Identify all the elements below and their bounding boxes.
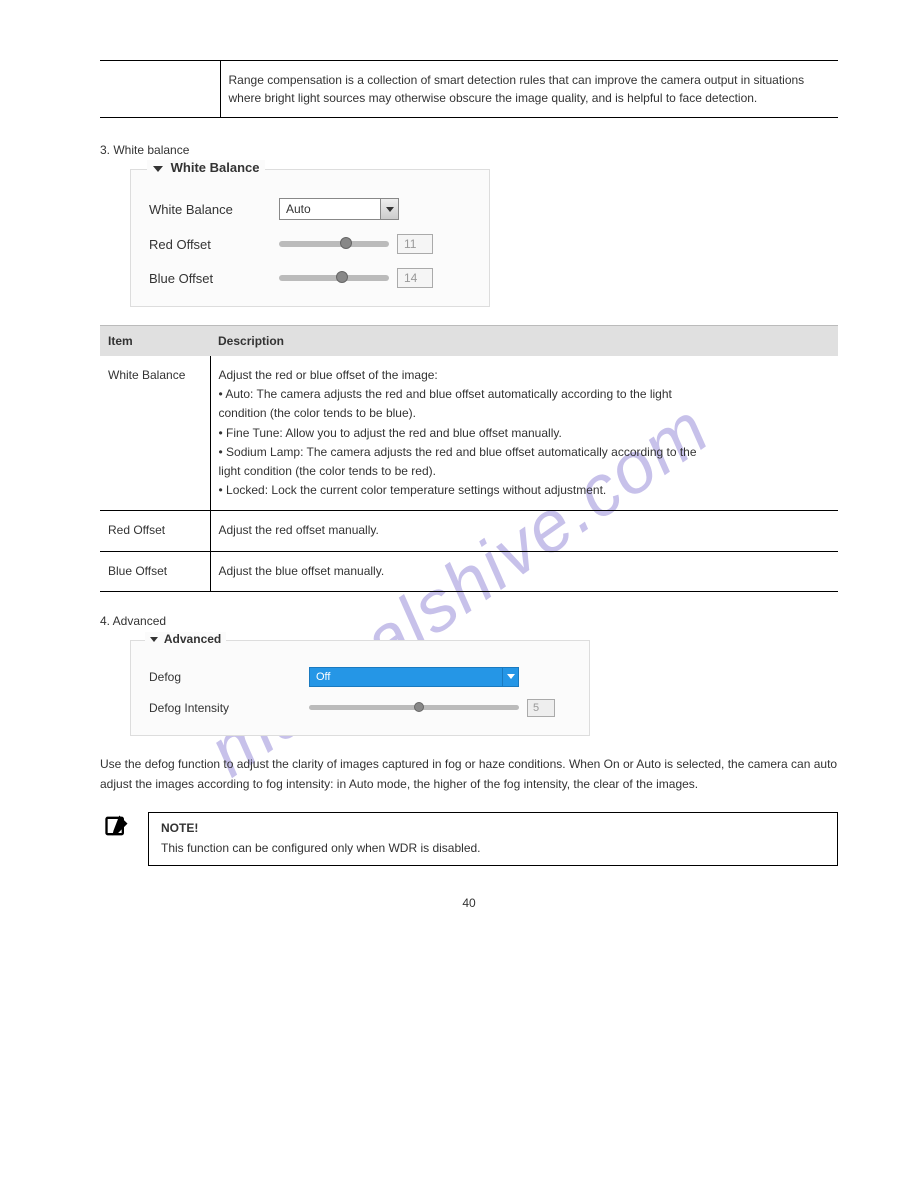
top-table-cell-left: [100, 61, 220, 118]
defog-row: Defog Off: [149, 667, 571, 687]
table-row: Blue OffsetAdjust the blue offset manual…: [100, 551, 838, 591]
wb-description-table: Item Description White BalanceAdjust the…: [100, 325, 838, 592]
top-table: Range compensation is a collection of sm…: [100, 60, 838, 118]
table-cell-desc: Adjust the blue offset manually.: [210, 551, 838, 591]
table-body: White BalanceAdjust the red or blue offs…: [100, 356, 838, 591]
section-heading-white-balance: 3. White balance: [100, 143, 838, 157]
blue-offset-thumb[interactable]: [336, 271, 348, 283]
table-row: White BalanceAdjust the red or blue offs…: [100, 356, 838, 511]
table-header-desc: Description: [210, 326, 838, 357]
blue-offset-row: Blue Offset 14: [149, 268, 471, 288]
top-text-line3: face detection.: [679, 91, 757, 105]
table-cell-desc: Adjust the red or blue offset of the ima…: [210, 356, 838, 511]
wb-legend: White Balance: [147, 160, 265, 175]
blue-offset-label: Blue Offset: [149, 271, 279, 286]
note-frame: NOTE! This function can be configured on…: [148, 812, 838, 866]
red-offset-thumb[interactable]: [340, 237, 352, 249]
note-label: NOTE!: [161, 821, 825, 835]
section-heading-advanced: 4. Advanced: [100, 614, 838, 628]
wb-legend-text: White Balance: [171, 160, 260, 175]
defog-value: Off: [310, 671, 502, 683]
defog-intensity-row: Defog Intensity 5: [149, 699, 571, 717]
note-edit-icon: [100, 812, 134, 840]
table-cell-item: Blue Offset: [100, 551, 210, 591]
top-table-cell-right: Range compensation is a collection of sm…: [220, 61, 838, 118]
red-offset-label: Red Offset: [149, 237, 279, 252]
note-text: This function can be configured only whe…: [161, 839, 825, 857]
page-content: Range compensation is a collection of sm…: [0, 0, 918, 950]
defog-select[interactable]: Off: [309, 667, 519, 687]
chevron-down-icon: [150, 637, 158, 642]
advanced-panel: Advanced Defog Off Defog Intensity 5: [130, 640, 590, 736]
table-cell-item: White Balance: [100, 356, 210, 511]
top-text-line1: Range compensation is a collection of sm…: [229, 73, 751, 87]
defog-intensity-thumb[interactable]: [414, 702, 424, 712]
chevron-down-icon: [153, 166, 163, 172]
dropdown-icon[interactable]: [502, 668, 518, 686]
defog-intensity-slider[interactable]: [309, 705, 519, 710]
table-cell-desc: Adjust the red offset manually.: [210, 511, 838, 551]
adv-legend: Advanced: [145, 632, 226, 646]
table-row: Red OffsetAdjust the red offset manually…: [100, 511, 838, 551]
red-offset-row: Red Offset 11: [149, 234, 471, 254]
wb-mode-value: Auto: [280, 202, 380, 216]
table-cell-item: Red Offset: [100, 511, 210, 551]
wb-mode-label: White Balance: [149, 202, 279, 217]
table-header-item: Item: [100, 326, 210, 357]
advanced-description: Use the defog function to adjust the cla…: [100, 754, 838, 795]
blue-offset-value[interactable]: 14: [397, 268, 433, 288]
red-offset-value[interactable]: 11: [397, 234, 433, 254]
white-balance-panel: White Balance White Balance Auto Red Off…: [130, 169, 490, 307]
red-offset-slider[interactable]: [279, 241, 389, 247]
dropdown-icon[interactable]: [380, 199, 398, 219]
adv-legend-text: Advanced: [164, 632, 221, 646]
wb-mode-select[interactable]: Auto: [279, 198, 399, 220]
page-number: 40: [100, 896, 838, 910]
defog-intensity-label: Defog Intensity: [149, 701, 309, 715]
blue-offset-slider[interactable]: [279, 275, 389, 281]
defog-intensity-value[interactable]: 5: [527, 699, 555, 717]
defog-label: Defog: [149, 670, 309, 684]
wb-mode-row: White Balance Auto: [149, 198, 471, 220]
note-box: NOTE! This function can be configured on…: [100, 812, 838, 866]
